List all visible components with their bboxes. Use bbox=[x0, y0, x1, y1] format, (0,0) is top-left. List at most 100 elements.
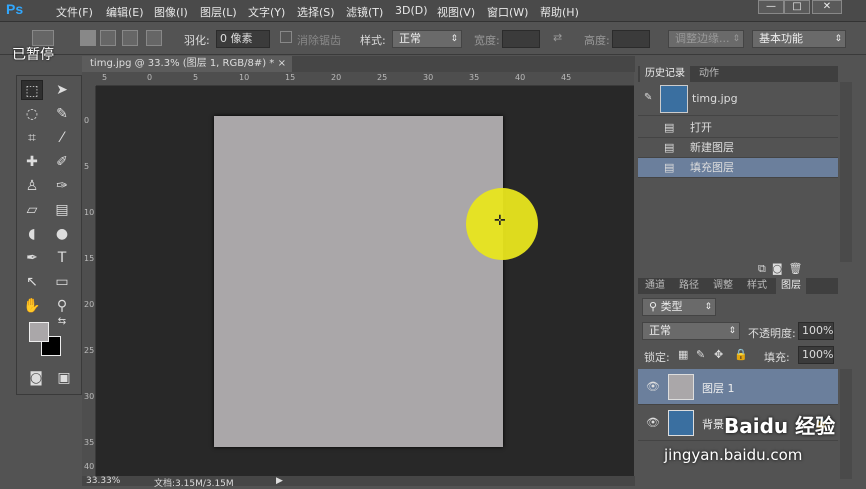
brush-tool-icon[interactable]: ✐ bbox=[51, 152, 73, 172]
horizontal-ruler[interactable]: 5 0 5 10 15 20 25 30 35 40 45 bbox=[96, 72, 634, 86]
workspace-select[interactable]: 基本功能 bbox=[752, 30, 846, 48]
eraser-tool-icon[interactable]: ▱ bbox=[21, 200, 43, 220]
height-input[interactable] bbox=[612, 30, 650, 48]
document-tab[interactable]: timg.jpg @ 33.3% (图层 1, RGB/8#) * × bbox=[82, 56, 292, 72]
menu-layer[interactable]: 图层(L) bbox=[200, 4, 237, 20]
style-label: 样式: bbox=[360, 34, 386, 47]
antialias-label: 消除锯齿 bbox=[297, 34, 341, 47]
snapshot-thumbnail bbox=[660, 85, 688, 113]
new-document-from-state-icon[interactable]: ⧉ bbox=[758, 262, 772, 275]
subtract-selection-button[interactable] bbox=[122, 30, 138, 46]
foreground-color-swatch[interactable] bbox=[29, 322, 49, 342]
vertical-ruler[interactable]: 0 5 10 15 20 25 30 35 40 bbox=[82, 86, 96, 478]
intersect-selection-button[interactable] bbox=[146, 30, 162, 46]
ruler-tick: 15 bbox=[84, 254, 95, 263]
blur-tool-icon[interactable]: ◖ bbox=[21, 224, 43, 244]
lock-all-icon[interactable]: 🔒 bbox=[734, 348, 748, 361]
fill-input[interactable]: 100% bbox=[798, 346, 834, 364]
type-tool-icon[interactable]: T bbox=[51, 248, 73, 268]
opacity-label: 不透明度: bbox=[748, 327, 796, 340]
history-panel-tabs: 历史记录 动作 bbox=[638, 66, 838, 82]
history-item[interactable]: ▤ 打开 bbox=[638, 118, 838, 138]
ruler-tick: 5 bbox=[193, 73, 199, 82]
tab-actions[interactable]: 动作 bbox=[694, 66, 724, 82]
width-input[interactable] bbox=[502, 30, 540, 48]
path-select-tool-icon[interactable]: ↖ bbox=[21, 272, 43, 292]
swap-colors-icon[interactable]: ⇆ bbox=[51, 316, 73, 328]
new-selection-button[interactable] bbox=[80, 30, 96, 46]
close-tab-icon[interactable]: × bbox=[278, 56, 286, 72]
menu-image[interactable]: 图像(I) bbox=[154, 4, 188, 20]
refine-edge-button[interactable]: 调整边缘... bbox=[668, 30, 744, 48]
history-brush-source-icon[interactable]: ✎ bbox=[644, 92, 652, 103]
move-tool-icon[interactable]: ➤ bbox=[51, 80, 73, 100]
status-menu-arrow-icon[interactable]: ▶ bbox=[276, 476, 283, 486]
zoom-level[interactable]: 33.33% bbox=[86, 476, 120, 486]
tab-history[interactable]: 历史记录 bbox=[640, 66, 690, 82]
snapshot-name: timg.jpg bbox=[692, 92, 738, 105]
menu-filter[interactable]: 滤镜(T) bbox=[346, 4, 383, 20]
blend-mode-select[interactable]: 正常 bbox=[642, 322, 740, 340]
antialias-checkbox[interactable] bbox=[280, 31, 292, 43]
tab-layers[interactable]: 图层 bbox=[776, 278, 806, 294]
tab-adjustments[interactable]: 调整 bbox=[708, 278, 738, 294]
menu-help[interactable]: 帮助(H) bbox=[540, 4, 579, 20]
close-button[interactable]: ✕ bbox=[812, 0, 842, 14]
width-label: 宽度: bbox=[474, 34, 500, 47]
menu-view[interactable]: 视图(V) bbox=[437, 4, 475, 20]
minimize-button[interactable]: — bbox=[758, 0, 784, 14]
menu-file[interactable]: 文件(F) bbox=[56, 4, 93, 20]
menu-select[interactable]: 选择(S) bbox=[297, 4, 335, 20]
eyedropper-tool-icon[interactable]: ⁄ bbox=[51, 128, 73, 148]
history-step-icon: ▤ bbox=[664, 121, 675, 134]
history-scrollbar[interactable] bbox=[840, 82, 852, 262]
new-snapshot-icon[interactable]: ◙ bbox=[772, 262, 789, 275]
history-item[interactable]: ▤ 新建图层 bbox=[638, 138, 838, 158]
ruler-tick: 20 bbox=[84, 300, 95, 309]
quick-mask-icon[interactable]: ◙ bbox=[25, 368, 47, 388]
hand-tool-icon[interactable]: ✋ bbox=[21, 296, 43, 316]
zoom-tool-icon[interactable]: ⚲ bbox=[51, 296, 73, 316]
history-item-label: 打开 bbox=[690, 121, 712, 134]
crop-tool-icon[interactable]: ⌗ bbox=[21, 128, 43, 148]
layer-filter-select[interactable]: ⚲ 类型 bbox=[642, 298, 716, 316]
ruler-tick: 25 bbox=[84, 346, 95, 355]
menu-3d[interactable]: 3D(D) bbox=[395, 4, 428, 17]
feather-input[interactable]: 0 像素 bbox=[216, 30, 270, 48]
maximize-button[interactable]: □ bbox=[784, 0, 810, 14]
dodge-tool-icon[interactable]: ● bbox=[51, 224, 73, 244]
menu-edit[interactable]: 编辑(E) bbox=[106, 4, 144, 20]
clone-stamp-tool-icon[interactable]: ♙ bbox=[21, 176, 43, 196]
healing-brush-tool-icon[interactable]: ✚ bbox=[21, 152, 43, 172]
status-bar: 33.33% 文档:3.15M/3.15M ▶ bbox=[82, 476, 635, 489]
swap-icon[interactable]: ⇄ bbox=[553, 31, 562, 44]
lock-pixels-icon[interactable]: ✎ bbox=[696, 348, 705, 361]
tab-styles[interactable]: 样式 bbox=[742, 278, 772, 294]
delete-state-icon[interactable]: 🗑 bbox=[789, 262, 809, 275]
history-snapshot[interactable]: ✎ timg.jpg bbox=[638, 82, 838, 116]
lock-transparent-icon[interactable]: ▦ bbox=[678, 348, 688, 361]
rect-marquee-tool-icon[interactable]: ⬚ bbox=[21, 80, 43, 100]
style-select[interactable]: 正常 bbox=[392, 30, 462, 48]
tab-channels[interactable]: 通道 bbox=[640, 278, 670, 294]
tab-paths[interactable]: 路径 bbox=[674, 278, 704, 294]
ruler-tick: 30 bbox=[84, 392, 95, 401]
canvas-area[interactable]: ✛ bbox=[96, 86, 634, 476]
history-item[interactable]: ▤ 填充图层 bbox=[638, 158, 838, 178]
opacity-input[interactable]: 100% bbox=[798, 322, 834, 340]
add-selection-button[interactable] bbox=[100, 30, 116, 46]
menu-type[interactable]: 文字(Y) bbox=[248, 4, 285, 20]
visibility-eye-icon[interactable]: 👁 bbox=[646, 380, 660, 393]
lasso-tool-icon[interactable]: ◌ bbox=[21, 104, 43, 124]
lock-position-icon[interactable]: ✥ bbox=[714, 348, 723, 361]
history-panel-actions: ⧉◙🗑 bbox=[758, 262, 809, 276]
gradient-tool-icon[interactable]: ▤ bbox=[51, 200, 73, 220]
quick-select-tool-icon[interactable]: ✎ bbox=[51, 104, 73, 124]
document-canvas[interactable] bbox=[214, 116, 503, 447]
menu-window[interactable]: 窗口(W) bbox=[487, 4, 528, 20]
pen-tool-icon[interactable]: ✒ bbox=[21, 248, 43, 268]
history-brush-tool-icon[interactable]: ✑ bbox=[51, 176, 73, 196]
rectangle-tool-icon[interactable]: ▭ bbox=[51, 272, 73, 292]
screen-mode-icon[interactable]: ▣ bbox=[53, 368, 75, 388]
visibility-eye-icon[interactable]: 👁 bbox=[646, 416, 660, 429]
